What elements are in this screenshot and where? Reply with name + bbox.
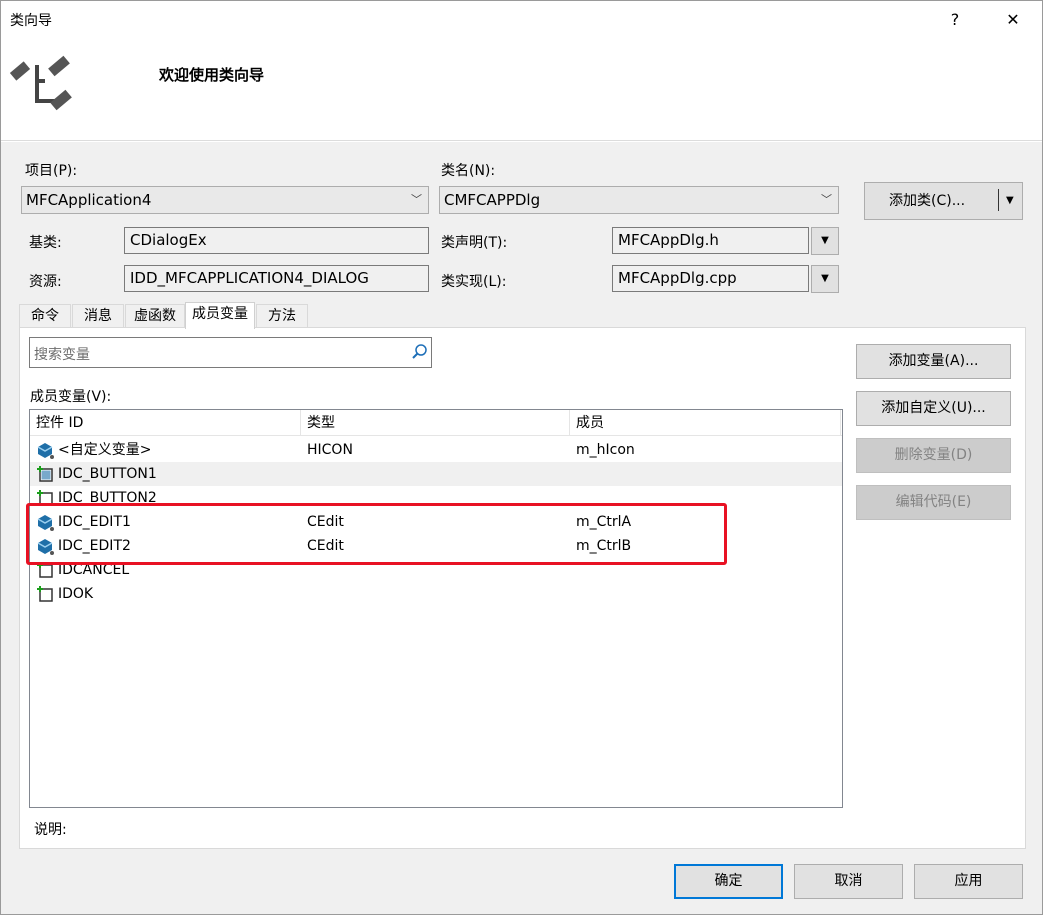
members-list-label: 成员变量(V): — [30, 389, 112, 405]
list-header: 控件 ID 类型 成员 — [30, 410, 842, 436]
split-separator — [998, 189, 999, 211]
edit-code-button[interactable]: 编辑代码(E) — [856, 485, 1011, 520]
apply-button[interactable]: 应用 — [914, 864, 1023, 899]
column-header-control-id[interactable]: 控件 ID — [30, 410, 301, 436]
control-icon — [37, 586, 53, 602]
row-member: m_hIcon — [576, 442, 635, 458]
class-decl-dropdown-button[interactable]: ▼ — [811, 227, 839, 255]
tab-virtual-functions[interactable]: 虚函数 — [125, 304, 185, 328]
wizard-body: 项目(P): MFCApplication4 ﹀ 类名(N): CMFCAPPD… — [1, 142, 1042, 914]
list-item[interactable]: IDC_EDIT2 CEdit m_CtrlB — [30, 534, 842, 558]
row-control-id: IDC_EDIT1 — [58, 514, 131, 530]
cancel-button[interactable]: 取消 — [794, 864, 903, 899]
column-header-type[interactable]: 类型 — [301, 410, 570, 436]
add-class-label: 添加类(C)... — [889, 193, 966, 209]
search-placeholder: 搜索变量 — [34, 347, 90, 363]
chevron-down-icon: ﹀ — [411, 193, 422, 206]
tab-methods[interactable]: 方法 — [256, 304, 308, 328]
control-icon — [37, 562, 53, 578]
row-type: HICON — [307, 442, 353, 458]
class-impl-label: 类实现(L): — [441, 274, 507, 290]
control-icon — [37, 466, 53, 482]
base-class-field: CDialogEx — [124, 227, 429, 254]
variable-icon — [37, 539, 54, 555]
row-member: m_CtrlA — [576, 514, 632, 530]
classname-combo[interactable]: CMFCAPPDlg ﹀ — [439, 186, 839, 214]
base-class-label: 基类: — [29, 235, 62, 251]
project-value: MFCApplication4 — [26, 191, 152, 209]
variable-icon — [37, 443, 54, 459]
row-type: CEdit — [307, 538, 344, 554]
list-item[interactable]: IDCANCEL — [30, 558, 842, 582]
add-custom-button[interactable]: 添加自定义(U)... — [856, 391, 1011, 426]
list-item[interactable]: IDOK — [30, 582, 842, 606]
project-label: 项目(P): — [25, 163, 78, 179]
list-item[interactable]: <自定义变量> HICON m_hIcon — [30, 438, 842, 462]
window-title: 类向导 — [10, 13, 52, 29]
class-impl-dropdown-button[interactable]: ▼ — [811, 265, 839, 293]
add-class-button[interactable]: 添加类(C)... ▼ — [864, 182, 1023, 220]
tab-member-variables[interactable]: 成员变量 — [185, 302, 255, 329]
row-control-id: IDC_EDIT2 — [58, 538, 131, 554]
row-control-id: IDOK — [58, 586, 94, 602]
row-control-id: IDCANCEL — [58, 562, 130, 578]
welcome-heading: 欢迎使用类向导 — [159, 66, 265, 84]
column-header-member[interactable]: 成员 — [570, 410, 841, 436]
delete-variable-button[interactable]: 删除变量(D) — [856, 438, 1011, 473]
split-dropdown-arrow-icon[interactable]: ▼ — [1006, 183, 1014, 219]
wizard-header: 欢迎使用类向导 — [1, 37, 1042, 141]
class-wizard-window: 类向导 ? ✕ 欢迎使用类向导 项目(P): MFCApplication4 ﹀… — [0, 0, 1043, 915]
members-list[interactable]: 控件 ID 类型 成员 <自定义变量> HICON m_hIcon IDC_BU… — [29, 409, 843, 808]
row-member: m_CtrlB — [576, 538, 632, 554]
add-variable-button[interactable]: 添加变量(A)... — [856, 344, 1011, 379]
classname-value: CMFCAPPDlg — [444, 191, 541, 209]
project-combo[interactable]: MFCApplication4 ﹀ — [21, 186, 429, 214]
row-control-id: IDC_BUTTON1 — [58, 466, 157, 482]
resource-field: IDD_MFCAPPLICATION4_DIALOG — [124, 265, 429, 292]
row-control-id: <自定义变量> — [58, 442, 152, 458]
class-decl-label: 类声明(T): — [441, 235, 508, 251]
class-impl-field[interactable]: MFCAppDlg.cpp — [612, 265, 809, 292]
title-bar: 类向导 ? ✕ — [1, 1, 1042, 37]
list-item[interactable]: IDC_EDIT1 CEdit m_CtrlA — [30, 510, 842, 534]
row-control-id: IDC_BUTTON2 — [58, 490, 157, 506]
search-icon[interactable] — [411, 343, 429, 361]
classname-label: 类名(N): — [441, 163, 496, 179]
resource-label: 资源: — [29, 274, 62, 290]
control-icon — [37, 490, 53, 506]
class-wizard-icon — [9, 55, 72, 111]
help-button[interactable]: ? — [935, 7, 975, 33]
tab-messages[interactable]: 消息 — [72, 304, 124, 328]
class-decl-field[interactable]: MFCAppDlg.h — [612, 227, 809, 254]
ok-button[interactable]: 确定 — [674, 864, 783, 899]
row-type: CEdit — [307, 514, 344, 530]
variable-icon — [37, 515, 54, 531]
list-item[interactable]: IDC_BUTTON1 — [30, 462, 842, 486]
description-label: 说明: — [34, 822, 67, 838]
member-variables-panel: 搜索变量 成员变量(V): 控件 ID 类型 成员 <自定义变量> HICON … — [19, 327, 1026, 849]
close-button[interactable]: ✕ — [993, 7, 1033, 33]
search-input[interactable]: 搜索变量 — [29, 337, 432, 368]
tab-commands[interactable]: 命令 — [19, 304, 71, 328]
chevron-down-icon: ﹀ — [821, 193, 832, 206]
list-item[interactable]: IDC_BUTTON2 — [30, 486, 842, 510]
